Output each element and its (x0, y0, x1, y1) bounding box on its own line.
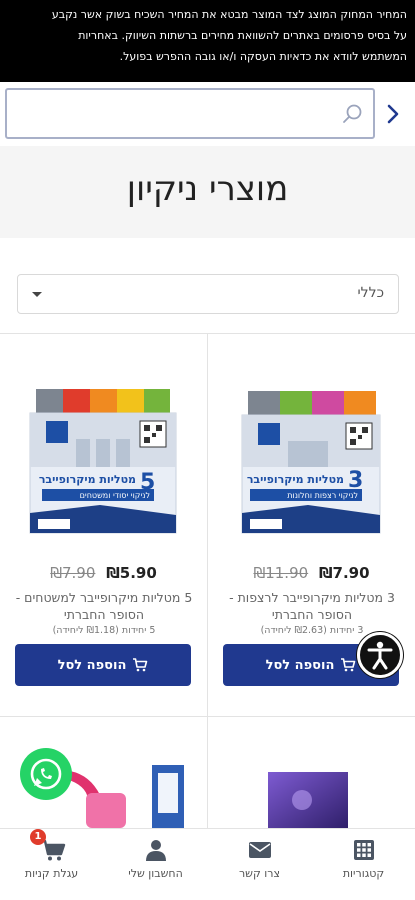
product-image[interactable] (60, 765, 190, 828)
user-icon (146, 840, 166, 861)
accessibility-button[interactable] (357, 632, 403, 678)
product-card[interactable]: 5 מטליות מיקרופייבר לניקוי יסודי ומשטחים… (0, 333, 207, 716)
accessibility-icon (367, 641, 393, 670)
add-to-cart-label: הוספה לסל (57, 657, 127, 673)
current-price: ₪7.90 (318, 564, 370, 582)
add-to-cart-button[interactable]: הוספה לסל (15, 644, 191, 686)
price-row: ₪5.90 ₪7.90 (0, 564, 207, 582)
chevron-right-icon[interactable] (384, 102, 402, 126)
disclaimer-line-3: המשתמש לוודא את כדאיות העסקה ו/או גובה ה… (119, 50, 407, 63)
sort-dropdown[interactable]: כללי (17, 274, 399, 314)
pack-title: מטליות מיקרופייבר (39, 473, 136, 486)
product-image[interactable]: 5 מטליות מיקרופייבר לניקוי יסודי ומשטחים (20, 383, 190, 543)
cart-icon (341, 658, 356, 672)
pack-subtitle: לניקוי יסודי ומשטחים (80, 491, 150, 500)
nav-contact[interactable]: צרו קשר (208, 829, 311, 900)
disclaimer-line-2: על בסיס פרסומים באתרים להשוואת מחירים בר… (78, 29, 407, 42)
product-image[interactable]: 3 מטליות מיקרופייבר לניקוי רצפות וחלונות (228, 383, 398, 543)
nav-cart[interactable]: 1 עגלת קניות (0, 829, 103, 900)
bottom-navigation: קטגוריות צרו קשר החשבון שלי 1 עגלת קניות (0, 828, 415, 900)
original-price: ₪11.90 (253, 564, 309, 582)
product-name[interactable]: 3 מטליות מיקרופייבר לרצפות - הסופר החברת… (216, 589, 408, 623)
search-bar (0, 82, 415, 146)
product-name[interactable]: 5 מטליות מיקרופייבר למשטחים - הסופר החבר… (8, 589, 200, 623)
nav-cart-label: עגלת קניות (24, 867, 79, 880)
divider (0, 716, 415, 717)
disclaimer-line-1: המחיר המחוק המוצג לצד המוצר מבטא את המחי… (51, 8, 407, 21)
original-price: ₪7.90 (50, 564, 96, 582)
unit-price: 5 יחידות (₪1.18 ליחידה) (52, 625, 156, 636)
envelope-icon (249, 842, 271, 858)
cart-icon (133, 658, 148, 672)
category-header: מוצרי ניקיון (0, 146, 415, 238)
price-disclaimer-banner: המחיר המחוק המוצג לצד המוצר מבטא את המחי… (0, 0, 415, 82)
page-title: מוצרי ניקיון (126, 169, 289, 209)
search-box (5, 88, 375, 139)
product-image[interactable] (262, 768, 352, 828)
whatsapp-icon (30, 758, 62, 790)
cart-count-badge: 1 (30, 829, 46, 845)
grid-icon (354, 840, 374, 860)
add-to-cart-label: הוספה לסל (265, 657, 335, 673)
pack-title: מטליות מיקרופייבר (247, 473, 344, 486)
nav-categories[interactable]: קטגוריות (312, 829, 415, 900)
nav-contact-label: צרו קשר (238, 867, 281, 880)
caret-down-icon (32, 292, 42, 297)
search-icon[interactable] (342, 103, 364, 125)
nav-account-label: החשבון שלי (128, 867, 183, 880)
price-row: ₪7.90 ₪11.90 (208, 564, 415, 582)
nav-categories-label: קטגוריות (342, 867, 385, 880)
sort-dropdown-value: כללי (357, 285, 384, 301)
search-input[interactable] (9, 92, 339, 135)
whatsapp-button[interactable] (20, 748, 72, 800)
nav-account[interactable]: החשבון שלי (104, 829, 207, 900)
pack-subtitle: לניקוי רצפות וחלונות (287, 491, 358, 500)
current-price: ₪5.90 (106, 564, 157, 582)
